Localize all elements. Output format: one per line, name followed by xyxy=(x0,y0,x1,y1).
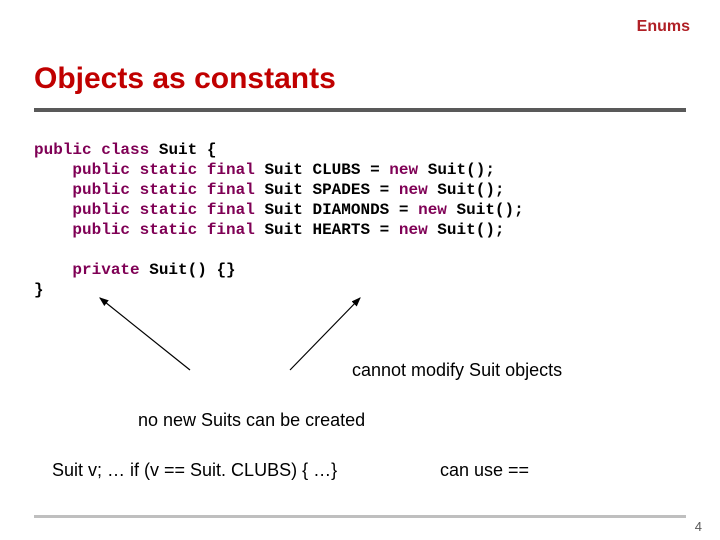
kw-new: new xyxy=(418,201,447,219)
usage-note: can use == xyxy=(440,460,529,481)
field-mods: public static final xyxy=(72,161,254,179)
kw-class: class xyxy=(101,141,149,159)
field-name: CLUBS xyxy=(312,161,360,179)
kw-public: public xyxy=(34,141,92,159)
field-type: Suit xyxy=(264,201,302,219)
open-brace: { xyxy=(207,141,217,159)
note-cannot-modify: cannot modify Suit objects xyxy=(352,360,562,381)
field-name: SPADES xyxy=(312,181,370,199)
field-tail: Suit(); xyxy=(428,181,505,199)
kw-new: new xyxy=(399,221,428,239)
field-mods: public static final xyxy=(72,181,254,199)
usage-example: Suit v; … if (v == Suit. CLUBS) { …} xyxy=(52,460,337,481)
field-name: DIAMONDS xyxy=(312,201,389,219)
field-tail: Suit(); xyxy=(447,201,524,219)
kw-new: new xyxy=(389,161,418,179)
field-tail: Suit(); xyxy=(418,161,495,179)
field-eq: = xyxy=(360,161,389,179)
field-type: Suit xyxy=(264,221,302,239)
field-mods: public static final xyxy=(72,221,254,239)
field-mods: public static final xyxy=(72,201,254,219)
note-no-new: no new Suits can be created xyxy=(138,410,365,431)
title-rule xyxy=(34,108,686,112)
code-block: public class Suit { public static final … xyxy=(34,140,524,300)
field-eq: = xyxy=(370,181,399,199)
field-type: Suit xyxy=(264,181,302,199)
page-title: Objects as constants xyxy=(34,62,336,96)
kw-private: private xyxy=(72,261,139,279)
header-topic: Enums xyxy=(637,18,690,36)
class-name: Suit xyxy=(159,141,197,159)
field-type: Suit xyxy=(264,161,302,179)
field-eq: = xyxy=(370,221,399,239)
kw-new: new xyxy=(399,181,428,199)
field-tail: Suit(); xyxy=(428,221,505,239)
field-eq: = xyxy=(389,201,418,219)
close-brace: } xyxy=(34,281,44,299)
field-name: HEARTS xyxy=(312,221,370,239)
footer-rule xyxy=(34,515,686,518)
page-number: 4 xyxy=(695,519,702,534)
ctor-rest: Suit() {} xyxy=(140,261,236,279)
